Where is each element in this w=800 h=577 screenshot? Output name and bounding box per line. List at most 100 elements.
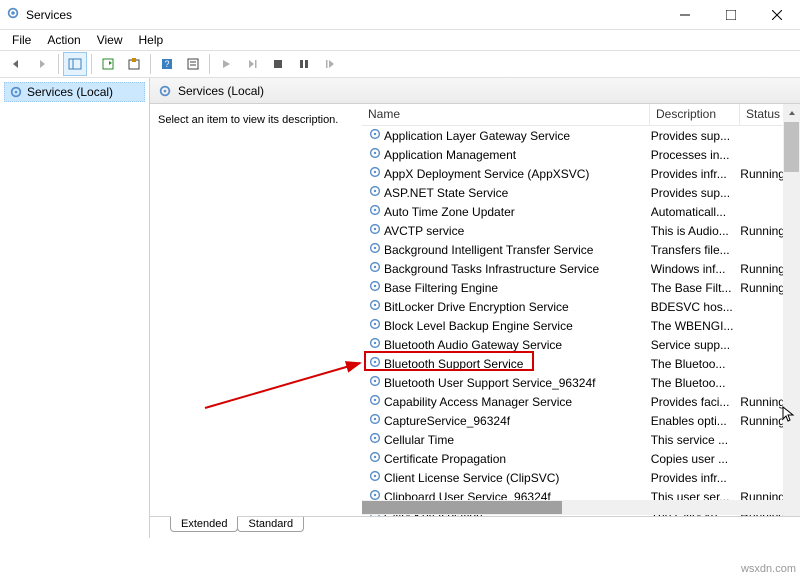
service-description: Provides sup... [651, 129, 741, 143]
service-row[interactable]: Base Filtering EngineThe Base Filt...Run… [362, 278, 800, 297]
service-row[interactable]: ASP.NET State ServiceProvides sup... [362, 183, 800, 202]
menu-help[interactable]: Help [131, 31, 172, 49]
service-row[interactable]: Application ManagementProcesses in... [362, 145, 800, 164]
service-row[interactable]: Bluetooth Audio Gateway ServiceService s… [362, 335, 800, 354]
description-prompt: Select an item to view its description. [158, 114, 338, 126]
gear-icon [368, 241, 384, 258]
service-name: Background Intelligent Transfer Service [384, 243, 651, 257]
column-description[interactable]: Description [650, 104, 740, 125]
service-row[interactable]: AppX Deployment Service (AppXSVC)Provide… [362, 164, 800, 183]
gear-icon [368, 374, 384, 391]
service-description: The WBENGI... [651, 319, 741, 333]
gear-icon [368, 355, 384, 372]
tab-extended[interactable]: Extended [170, 516, 238, 532]
service-name: Block Level Backup Engine Service [384, 319, 651, 333]
service-row[interactable]: Certificate PropagationCopies user ... [362, 449, 800, 468]
restart-service-button[interactable] [318, 52, 342, 76]
close-button[interactable] [754, 0, 800, 30]
hscroll-thumb[interactable] [362, 501, 562, 514]
refresh-button[interactable] [96, 52, 120, 76]
export-button[interactable] [122, 52, 146, 76]
show-hide-tree-button[interactable] [63, 52, 87, 76]
service-name: Cellular Time [384, 433, 651, 447]
service-description: Provides sup... [651, 186, 741, 200]
service-name: Base Filtering Engine [384, 281, 651, 295]
service-row[interactable]: Application Layer Gateway ServiceProvide… [362, 126, 800, 145]
services-app-icon [6, 6, 20, 23]
back-button[interactable] [4, 52, 28, 76]
service-row[interactable]: Background Tasks Infrastructure ServiceW… [362, 259, 800, 278]
service-name: Background Tasks Infrastructure Service [384, 262, 651, 276]
stop-service-button[interactable] [266, 52, 290, 76]
toolbar: ? [0, 50, 800, 78]
menubar: File Action View Help [0, 30, 800, 50]
service-name: ASP.NET State Service [384, 186, 651, 200]
forward-button[interactable] [30, 52, 54, 76]
service-row[interactable]: Capability Access Manager ServiceProvide… [362, 392, 800, 411]
main-area: Services (Local) Services (Local) Select… [0, 78, 800, 538]
description-pane: Select an item to view its description. [150, 104, 362, 538]
service-row[interactable]: Background Intelligent Transfer ServiceT… [362, 240, 800, 259]
service-row[interactable]: Bluetooth User Support Service_96324fThe… [362, 373, 800, 392]
service-name: CaptureService_96324f [384, 414, 651, 428]
gear-icon [9, 85, 23, 99]
service-description: Provides infr... [651, 167, 741, 181]
service-name: Bluetooth Audio Gateway Service [384, 338, 651, 352]
service-name: Bluetooth Support Service [384, 357, 651, 371]
gear-icon [368, 431, 384, 448]
help-button[interactable]: ? [155, 52, 179, 76]
list-header: Name Description Status [362, 104, 800, 126]
menu-action[interactable]: Action [39, 31, 88, 49]
gear-icon [368, 412, 384, 429]
gear-icon [368, 222, 384, 239]
gear-icon [368, 393, 384, 410]
content-pane: Services (Local) Select an item to view … [150, 78, 800, 538]
service-description: This service ... [651, 433, 741, 447]
start-service-button[interactable] [214, 52, 238, 76]
service-name: AppX Deployment Service (AppXSVC) [384, 167, 651, 181]
column-name[interactable]: Name [362, 104, 650, 125]
service-row[interactable]: Auto Time Zone UpdaterAutomaticall... [362, 202, 800, 221]
service-description: The Bluetoo... [651, 357, 741, 371]
service-row[interactable]: Bluetooth Support ServiceThe Bluetoo... [362, 354, 800, 373]
service-row[interactable]: BitLocker Drive Encryption ServiceBDESVC… [362, 297, 800, 316]
service-row[interactable]: Cellular TimeThis service ... [362, 430, 800, 449]
minimize-button[interactable] [662, 0, 708, 30]
scroll-up-arrow[interactable] [783, 104, 800, 121]
service-row[interactable]: CaptureService_96324fEnables opti...Runn… [362, 411, 800, 430]
service-name: BitLocker Drive Encryption Service [384, 300, 651, 314]
service-description: The Base Filt... [651, 281, 741, 295]
menu-view[interactable]: View [89, 31, 131, 49]
service-row[interactable]: Client License Service (ClipSVC)Provides… [362, 468, 800, 487]
gear-icon [368, 317, 384, 334]
step-button[interactable] [240, 52, 264, 76]
service-description: Windows inf... [651, 262, 741, 276]
gear-icon [368, 165, 384, 182]
titlebar: Services [0, 0, 800, 30]
horizontal-scrollbar[interactable] [362, 500, 783, 515]
scroll-thumb[interactable] [784, 122, 799, 172]
maximize-button[interactable] [708, 0, 754, 30]
menu-file[interactable]: File [4, 31, 39, 49]
gear-icon [368, 298, 384, 315]
tab-standard[interactable]: Standard [237, 517, 304, 532]
service-description: Enables opti... [651, 414, 741, 428]
pause-service-button[interactable] [292, 52, 316, 76]
service-name: Capability Access Manager Service [384, 395, 651, 409]
service-name: Auto Time Zone Updater [384, 205, 651, 219]
service-name: Bluetooth User Support Service_96324f [384, 376, 651, 390]
service-description: Copies user ... [651, 452, 741, 466]
service-name: Application Layer Gateway Service [384, 129, 651, 143]
tree-services-local[interactable]: Services (Local) [4, 82, 145, 102]
properties-button[interactable] [181, 52, 205, 76]
watermark: wsxdn.com [741, 563, 796, 575]
service-name: AVCTP service [384, 224, 651, 238]
service-row[interactable]: AVCTP serviceThis is Audio...Running [362, 221, 800, 240]
service-list: Name Description Status Application Laye… [362, 104, 800, 538]
service-description: Provides faci... [651, 395, 741, 409]
vertical-scrollbar[interactable] [783, 104, 800, 538]
gear-icon [368, 203, 384, 220]
service-description: This is Audio... [651, 224, 741, 238]
service-row[interactable]: Block Level Backup Engine ServiceThe WBE… [362, 316, 800, 335]
service-description: Automaticall... [651, 205, 741, 219]
